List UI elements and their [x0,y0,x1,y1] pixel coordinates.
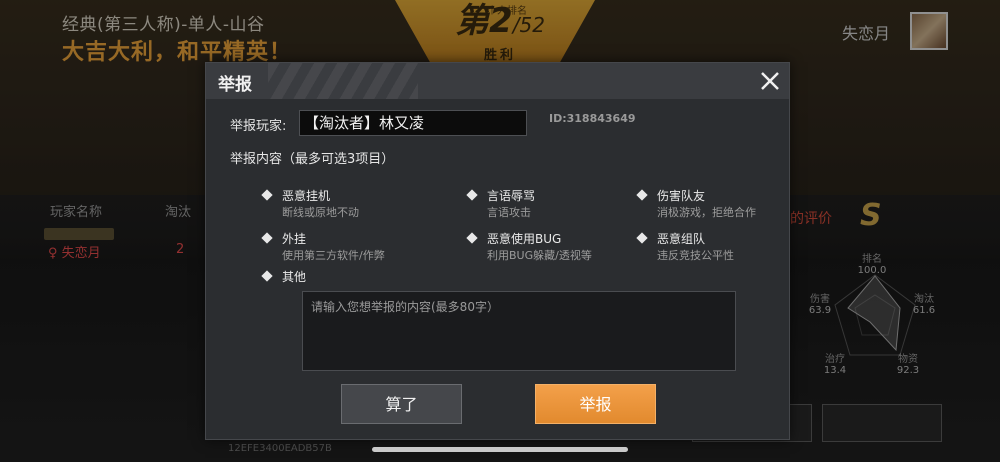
dialog-title: 举报 [218,75,252,95]
reported-player-field: 【淘汰者】林又凌 [299,110,527,136]
checkbox-diamond-icon [636,189,648,201]
home-indicator[interactable] [372,447,628,452]
report-player-label: 举报玩家: [230,119,287,134]
report-button[interactable]: 举报 [535,384,656,424]
dialog-header: 举报 [206,63,789,99]
close-button[interactable] [754,65,786,97]
header-stripes [268,63,418,99]
checkbox-diamond-icon [261,232,273,244]
checkbox-diamond-icon [261,270,273,282]
checkbox-diamond-icon [466,232,478,244]
checkbox-diamond-icon [261,189,273,201]
checkbox-diamond-icon [636,232,648,244]
close-icon [761,72,779,90]
player-id: ID:318843649 [549,112,636,125]
report-content-input[interactable]: 请输入您想举报的内容(最多80字） [302,291,736,371]
report-content-label: 举报内容（最多可选3项目） [230,152,395,167]
cancel-button[interactable]: 算了 [341,384,462,424]
report-dialog: 举报 举报玩家: 【淘汰者】林又凌 ID:318843649 举报内容（最多可选… [205,62,790,440]
checkbox-diamond-icon [466,189,478,201]
